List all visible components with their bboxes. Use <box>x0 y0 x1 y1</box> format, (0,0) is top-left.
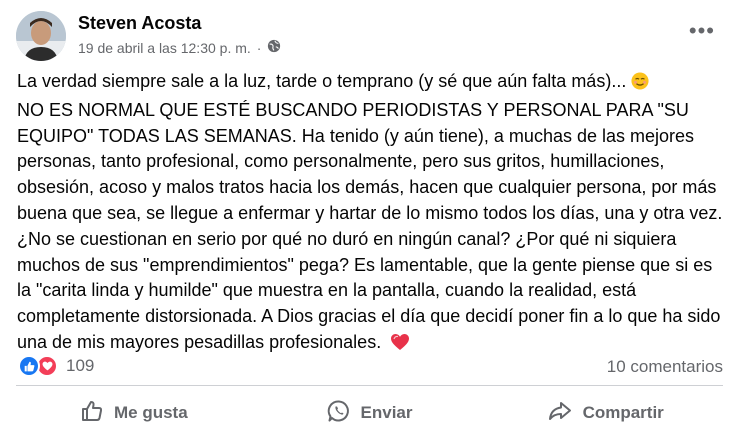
like-reaction-icon <box>18 355 40 377</box>
whatsapp-icon <box>327 399 351 428</box>
send-button-label: Enviar <box>360 403 413 422</box>
post-header: Steven Acosta 19 de abril a las 12:30 p.… <box>16 10 723 62</box>
relieved-face-emoji <box>631 72 649 98</box>
share-button-label: Compartir <box>582 403 664 422</box>
share-arrow-icon <box>547 399 573 428</box>
post-card: Steven Acosta 19 de abril a las 12:30 p.… <box>0 0 739 442</box>
post-timestamp[interactable]: 19 de abril a las 12:30 p. m. <box>78 40 251 56</box>
thumbs-up-icon <box>80 399 104 428</box>
post-text-body: NO ES NORMAL QUE ESTÉ BUSCANDO PERIODIST… <box>17 99 723 352</box>
meta-separator: · <box>256 39 262 56</box>
like-button[interactable]: Me gusta <box>16 392 252 434</box>
reactions-summary[interactable]: 109 <box>18 355 94 377</box>
post-meta: 19 de abril a las 12:30 p. m. · <box>78 39 281 56</box>
avatar[interactable] <box>16 11 66 61</box>
reaction-count: 109 <box>66 356 95 375</box>
author-name[interactable]: Steven Acosta <box>78 13 201 34</box>
divider <box>16 385 723 386</box>
post-stats: 109 10 comentarios <box>16 353 723 381</box>
globe-icon <box>267 39 281 56</box>
post-text-line1: La verdad siempre sale a la luz, tarde o… <box>17 71 627 91</box>
post-text: La verdad siempre sale a la luz, tarde o… <box>17 69 723 359</box>
like-button-label: Me gusta <box>113 403 188 422</box>
action-bar: Me gusta Enviar Compartir <box>16 392 723 434</box>
send-whatsapp-button[interactable]: Enviar <box>252 392 488 434</box>
share-button[interactable]: Compartir <box>487 392 723 434</box>
comments-count[interactable]: 10 comentarios <box>607 357 723 377</box>
more-options-icon[interactable]: ••• <box>689 20 715 42</box>
